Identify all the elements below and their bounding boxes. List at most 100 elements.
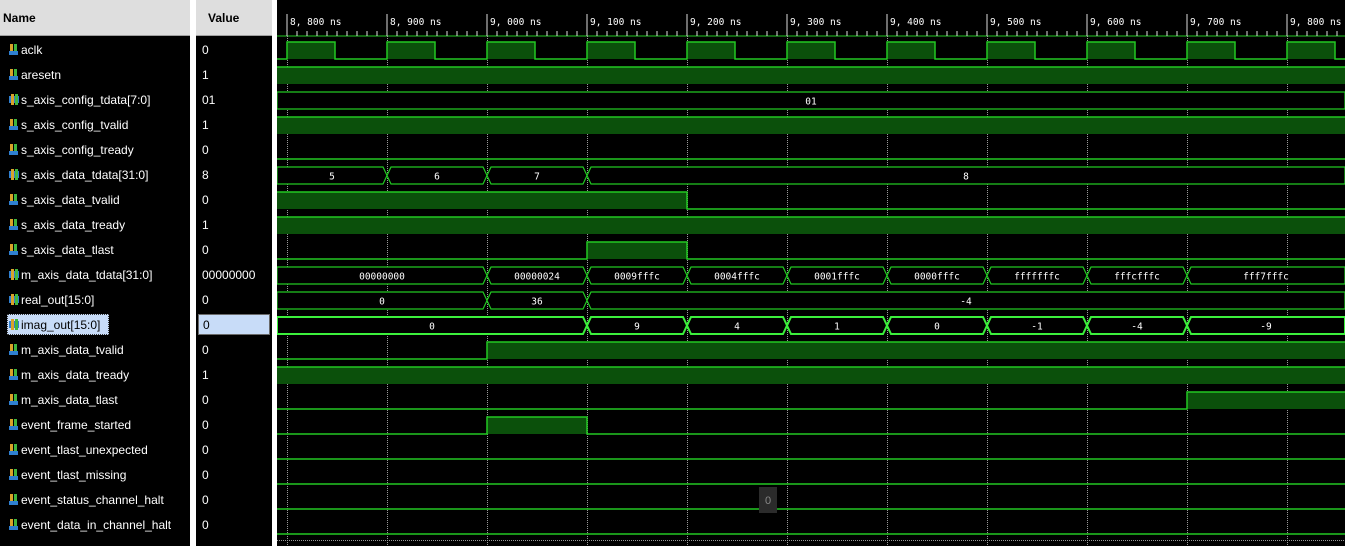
bus-value: 0 bbox=[934, 322, 940, 333]
signal-name-row[interactable]: m_axis_data_tready bbox=[0, 362, 190, 387]
signal-name-row[interactable]: m_axis_data_tvalid bbox=[0, 337, 190, 362]
signal-value: 0 bbox=[202, 467, 209, 482]
signal-value-row[interactable]: 0 bbox=[196, 462, 272, 487]
signal-name-row[interactable]: event_tlast_missing bbox=[0, 462, 190, 487]
clock-high-fill bbox=[1187, 42, 1235, 59]
bit-signal-icon bbox=[9, 244, 19, 255]
bus-value: 0004fffc bbox=[714, 272, 760, 283]
bus-value: fff7fffc bbox=[1243, 272, 1289, 283]
signal-name: m_axis_data_tvalid bbox=[21, 342, 124, 357]
time-tick-label: 9, 300 ns bbox=[790, 17, 841, 28]
waveform-canvas[interactable]: 8, 800 ns 8, 900 ns 9, 000 ns 9, 100 ns 9, 2… bbox=[277, 0, 1345, 546]
time-tick-label: 9, 700 ns bbox=[1190, 17, 1241, 28]
signal-value-row[interactable]: 0 bbox=[196, 137, 272, 162]
signal-name-row[interactable]: real_out[15:0] bbox=[0, 287, 190, 312]
signal-name-row[interactable]: event_tlast_unexpected bbox=[0, 437, 190, 462]
signal-name: s_axis_data_tready bbox=[21, 217, 126, 232]
signal-value-row[interactable]: 00000000 bbox=[196, 262, 272, 287]
bit-signal-icon bbox=[9, 444, 19, 455]
signal-value-row[interactable]: 0 bbox=[196, 187, 272, 212]
signal-value-row[interactable]: 1 bbox=[196, 112, 272, 137]
bit-high-fill bbox=[487, 417, 587, 434]
bit-signal-icon bbox=[9, 344, 19, 355]
bus-signal-icon bbox=[9, 319, 19, 330]
bus-value: 7 bbox=[534, 172, 540, 183]
bit-wave bbox=[277, 241, 1345, 260]
clock-high-fill bbox=[687, 42, 735, 59]
signal-value-row[interactable]: 0 bbox=[196, 312, 272, 337]
selected-name-box[interactable]: imag_out[15:0] bbox=[7, 314, 109, 335]
signal-name-row[interactable]: s_axis_data_tvalid bbox=[0, 187, 190, 212]
signal-name-row[interactable]: m_axis_data_tdata[31:0] bbox=[0, 262, 190, 287]
signal-name-row[interactable]: s_axis_data_tready bbox=[0, 212, 190, 237]
signal-value-row[interactable]: 1 bbox=[196, 362, 272, 387]
signal-name: event_tlast_unexpected bbox=[21, 442, 148, 457]
signal-value-row[interactable]: 0 bbox=[196, 237, 272, 262]
bit-signal-icon bbox=[9, 194, 19, 205]
bit-signal-icon bbox=[9, 144, 19, 155]
signal-name-row[interactable]: s_axis_config_tvalid bbox=[0, 112, 190, 137]
clock-high-fill bbox=[1287, 42, 1335, 59]
signal-value-row[interactable]: 0 bbox=[196, 412, 272, 437]
signal-name: s_axis_config_tvalid bbox=[21, 117, 129, 132]
signal-value: 00000000 bbox=[202, 267, 256, 282]
bit-signal-icon bbox=[9, 494, 19, 505]
signal-name: event_frame_started bbox=[21, 417, 132, 432]
signal-name-row[interactable]: m_axis_data_tlast bbox=[0, 387, 190, 412]
signal-name-row[interactable]: s_axis_data_tlast bbox=[0, 237, 190, 262]
clock-high-fill bbox=[1087, 42, 1135, 59]
value-column-header[interactable]: Value bbox=[196, 0, 272, 36]
time-tick-label: 9, 500 ns bbox=[990, 17, 1041, 28]
signal-name: real_out[15:0] bbox=[21, 292, 95, 307]
bus-value: 1 bbox=[834, 322, 840, 333]
bus-value: 4 bbox=[734, 322, 740, 333]
bus-value: fffffffc bbox=[1014, 272, 1060, 283]
bit-high-fill bbox=[277, 217, 1345, 234]
signal-name-row[interactable]: s_axis_data_tdata[31:0] bbox=[0, 162, 190, 187]
signal-name: s_axis_config_tready bbox=[21, 142, 134, 157]
signal-name-row[interactable]: event_frame_started bbox=[0, 412, 190, 437]
bit-signal-icon bbox=[9, 369, 19, 380]
signal-value-row[interactable]: 0 bbox=[196, 512, 272, 537]
bit-signal-icon bbox=[9, 69, 19, 80]
signal-name: m_axis_data_tready bbox=[21, 367, 130, 382]
signal-value: 1 bbox=[202, 217, 209, 232]
signal-value-row[interactable]: 0 bbox=[196, 487, 272, 512]
clock-high-fill bbox=[487, 42, 535, 59]
signal-value-row[interactable]: 01 bbox=[196, 87, 272, 112]
bus-value: -1 bbox=[1031, 322, 1043, 333]
signal-value-row[interactable]: 8 bbox=[196, 162, 272, 187]
signal-value-row[interactable]: 0 bbox=[196, 287, 272, 312]
signal-value: 0 bbox=[198, 314, 270, 335]
signal-value-row[interactable]: 1 bbox=[196, 212, 272, 237]
bus-value: 36 bbox=[531, 297, 543, 308]
signal-name-row[interactable]: event_data_in_channel_halt bbox=[0, 512, 190, 537]
signal-name-row[interactable]: aresetn bbox=[0, 62, 190, 87]
bus-signal-icon bbox=[9, 294, 19, 305]
signal-value-row[interactable]: 0 bbox=[196, 437, 272, 462]
time-tick-label: 9, 200 ns bbox=[690, 17, 741, 28]
bit-signal-icon bbox=[9, 469, 19, 480]
clock-high-fill bbox=[787, 42, 835, 59]
signal-value-row[interactable]: 0 bbox=[196, 387, 272, 412]
signal-value-row[interactable]: 0 bbox=[196, 337, 272, 362]
signal-name-row[interactable]: s_axis_config_tready bbox=[0, 137, 190, 162]
signal-name-row[interactable]: aclk bbox=[0, 37, 190, 62]
signal-value: 0 bbox=[202, 292, 209, 307]
bit-high-fill bbox=[1187, 392, 1345, 409]
signal-name: imag_out[15:0] bbox=[21, 317, 101, 332]
signal-name: aresetn bbox=[21, 67, 62, 82]
bus-value: 0 bbox=[429, 322, 435, 333]
signal-name-row[interactable]: imag_out[15:0] bbox=[0, 312, 190, 337]
signal-value-row[interactable]: 1 bbox=[196, 62, 272, 87]
name-column-header[interactable]: Name bbox=[0, 0, 190, 36]
bit-signal-icon bbox=[9, 119, 19, 130]
signal-value: 0 bbox=[202, 192, 209, 207]
signal-name-row[interactable]: s_axis_config_tdata[7:0] bbox=[0, 87, 190, 112]
signal-name-row[interactable]: event_status_channel_halt bbox=[0, 487, 190, 512]
bus-value: 0001fffc bbox=[814, 272, 860, 283]
clock-high-fill bbox=[887, 42, 935, 59]
signal-value: 0 bbox=[202, 242, 209, 257]
signal-value-row[interactable]: 0 bbox=[196, 37, 272, 62]
bus-value: 0009fffc bbox=[614, 272, 660, 283]
